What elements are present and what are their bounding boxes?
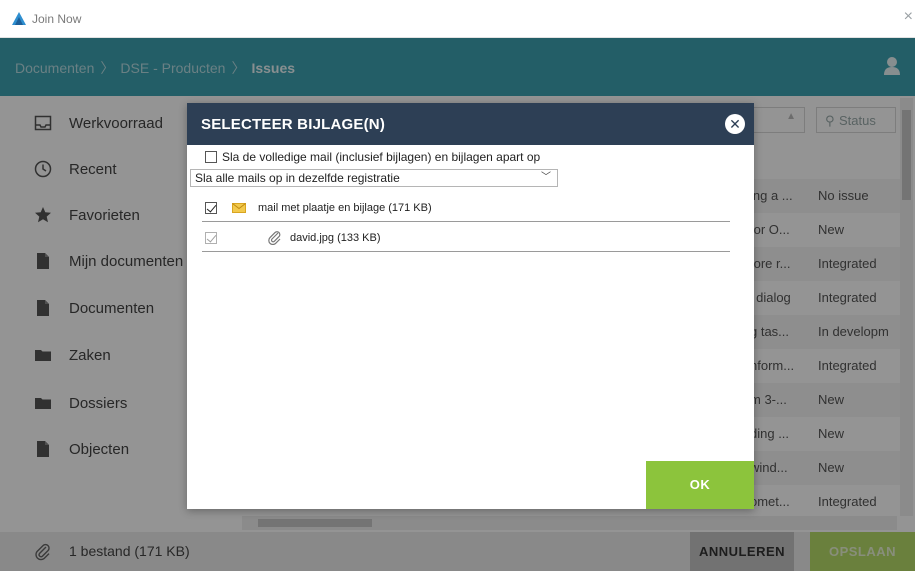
window-titlebar: Join Now ×	[0, 0, 915, 38]
envelope-icon	[232, 203, 246, 213]
mail-item-label: mail met plaatje en bijlage (171 KB)	[258, 202, 432, 214]
chevron-down-icon: ﹀	[541, 172, 551, 183]
dialog-title: SELECTEER BIJLAGE(N)	[201, 116, 386, 133]
save-full-mail-label: Sla de volledige mail (inclusief bijlage…	[222, 150, 541, 164]
divider	[202, 251, 730, 252]
app-logo-icon	[12, 12, 26, 25]
save-full-mail-option[interactable]: Sla de volledige mail (inclusief bijlage…	[205, 150, 540, 164]
attachment-item-mail[interactable]: mail met plaatje en bijlage (171 KB)	[205, 199, 432, 217]
ok-button[interactable]: OK	[646, 461, 754, 509]
registration-select-value: Sla alle mails op in dezelfde registrati…	[195, 171, 400, 185]
paperclip-icon	[268, 231, 281, 245]
select-attachments-dialog: SELECTEER BIJLAGE(N) ✕ Sla de volledige …	[187, 103, 754, 509]
window-close-icon[interactable]: ×	[904, 8, 913, 26]
divider	[202, 221, 730, 222]
registration-select[interactable]: Sla alle mails op in dezelfde registrati…	[190, 169, 558, 187]
image-checkbox[interactable]	[205, 232, 217, 244]
attachment-item-image[interactable]: david.jpg (133 KB)	[205, 229, 381, 247]
image-item-label: david.jpg (133 KB)	[290, 232, 381, 244]
window-title: Join Now	[32, 12, 82, 26]
mail-checkbox[interactable]	[205, 202, 217, 214]
close-icon[interactable]: ✕	[725, 114, 745, 134]
save-full-mail-checkbox[interactable]	[205, 151, 217, 163]
dialog-header: SELECTEER BIJLAGE(N) ✕	[187, 103, 754, 145]
